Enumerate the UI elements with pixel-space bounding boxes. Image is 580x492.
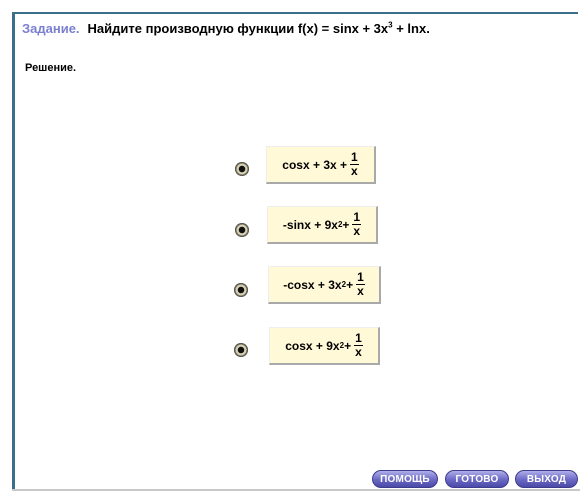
option-3-card[interactable]: -cosx + 3x 2 + 1x	[268, 266, 381, 304]
option-1-card[interactable]: cosx + 3x + 1x	[266, 146, 376, 184]
solution-label: Решение.	[25, 62, 77, 74]
option-1-radio[interactable]	[235, 162, 249, 176]
bottom-divider	[12, 489, 580, 491]
exit-button[interactable]: выход	[515, 470, 578, 488]
fraction: 1x	[350, 150, 359, 178]
fraction: 1x	[356, 270, 365, 298]
task-frame	[12, 12, 578, 490]
fraction: 1x	[352, 210, 362, 238]
help-button[interactable]: помощь	[372, 470, 438, 488]
option-4-radio[interactable]	[234, 343, 248, 357]
option-4-card[interactable]: cosx + 9x 2 + 1x	[269, 327, 380, 365]
option-2-card[interactable]: -sinx + 9x 2 + 1x	[267, 206, 378, 244]
option-3-radio[interactable]	[234, 283, 248, 297]
fraction: 1x	[354, 331, 363, 359]
option-2-radio[interactable]	[235, 223, 249, 237]
task-text: Найдите производную функции f(x) = sinx …	[87, 21, 430, 37]
task-label: Задание.	[22, 21, 80, 37]
done-button[interactable]: готово	[445, 470, 509, 488]
task-heading: Задание. Найдите производную функции f(x)…	[22, 21, 430, 36]
